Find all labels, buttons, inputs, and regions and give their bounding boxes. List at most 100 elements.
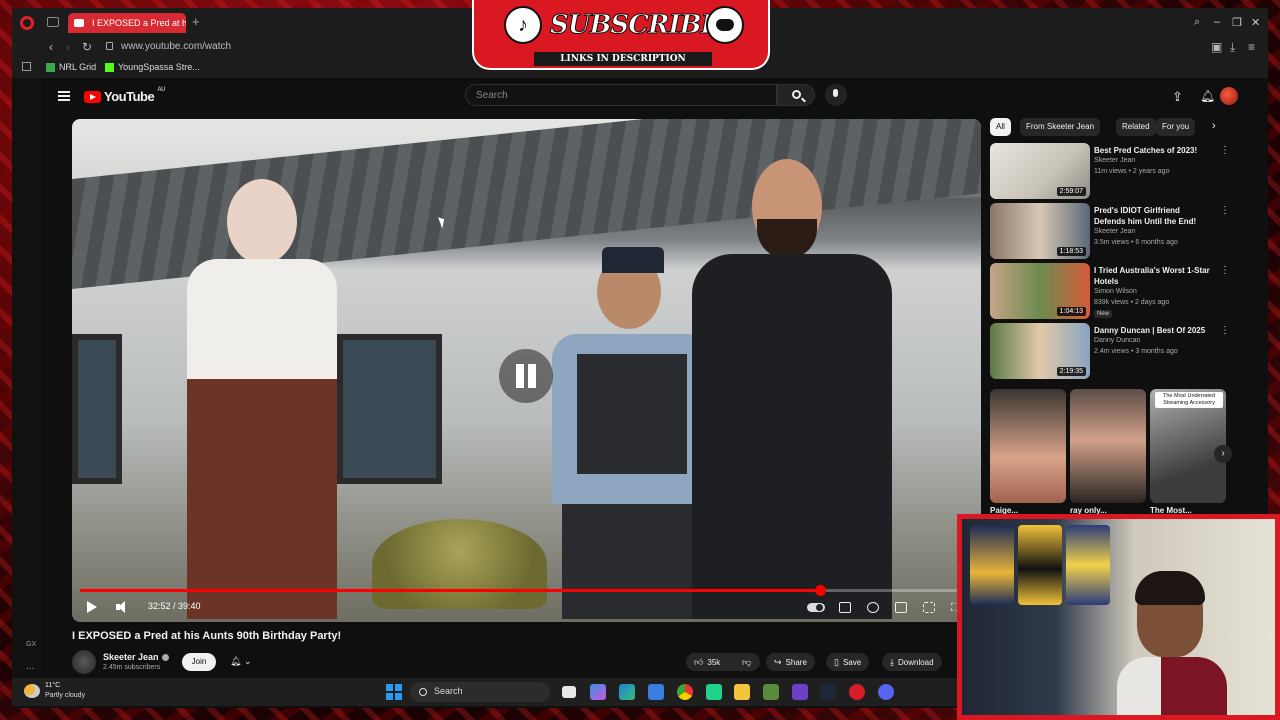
edge-icon[interactable] xyxy=(619,684,635,700)
video-thumbnail[interactable]: 1:04:13 xyxy=(990,263,1090,319)
rec-title[interactable]: Pred's IDIOT Girlfriend Defends him Unti… xyxy=(1094,205,1212,227)
back-icon[interactable]: ‹ xyxy=(49,40,53,54)
extensions-icon[interactable]: ▣ xyxy=(1211,40,1222,54)
video-player[interactable]: 32:52 / 39:40 ⛶ xyxy=(72,119,981,622)
short-thumbnail[interactable] xyxy=(1070,389,1146,503)
video-title: I EXPOSED a Pred at his Aunts 90th Birth… xyxy=(72,630,342,642)
chevron-right-icon[interactable]: › xyxy=(1212,120,1216,132)
webcam-overlay xyxy=(957,514,1280,720)
pause-overlay-icon[interactable] xyxy=(499,349,553,403)
short-caption: The Most Underrated Streaming Accessory xyxy=(1155,392,1223,408)
chip-for-you[interactable]: For you xyxy=(1156,118,1196,136)
chip-all[interactable]: All xyxy=(990,118,1011,136)
chevron-right-icon[interactable]: › xyxy=(1214,445,1232,463)
autoplay-toggle[interactable] xyxy=(807,603,825,612)
dislike-button[interactable]: 👎︎ xyxy=(734,653,760,671)
close-window-icon[interactable]: ✕ xyxy=(1251,16,1260,29)
download-button[interactable]: ⤓ Download xyxy=(882,653,942,671)
chrome-icon[interactable] xyxy=(677,684,693,700)
thumbs-down-icon: 👎︎ xyxy=(742,656,752,667)
bookmark-youngspassa[interactable]: YoungSpassa Stre... xyxy=(105,62,200,72)
rec-title[interactable]: I Tried Australia's Worst 1-Star Hotels xyxy=(1094,265,1212,287)
chip-related[interactable]: Related xyxy=(1116,118,1156,136)
windows-taskbar: 11°C Partly cloudy Search xyxy=(12,678,957,706)
rec-title[interactable]: Best Pred Catches of 2023! xyxy=(1094,145,1212,156)
steam-icon[interactable] xyxy=(820,684,836,700)
task-view-icon[interactable] xyxy=(562,686,576,698)
rec-channel[interactable]: Danny Duncan xyxy=(1094,337,1140,344)
cast-icon[interactable] xyxy=(923,602,935,613)
short-thumbnail[interactable]: The Most Underrated Streaming Accessory xyxy=(1150,389,1226,503)
new-tab-plus-icon[interactable]: + xyxy=(192,14,200,29)
channel-avatar[interactable] xyxy=(72,650,96,674)
reload-icon[interactable]: ↻ xyxy=(82,40,92,54)
rec-title[interactable]: Danny Duncan | Best Of 2025 xyxy=(1094,325,1212,336)
url-field[interactable]: www.youtube.com/watch xyxy=(121,41,231,52)
video-thumbnail[interactable]: 2:19:35 xyxy=(990,323,1090,379)
youtube-play-logo-icon xyxy=(84,90,101,103)
search-icon xyxy=(792,90,801,99)
recommendation-item[interactable]: 2:19:35 Danny Duncan | Best Of 2025 Dann… xyxy=(990,323,1230,379)
play-icon[interactable] xyxy=(87,601,97,613)
save-button[interactable]: ▯ Save xyxy=(826,653,870,671)
tab-islands-icon[interactable] xyxy=(47,17,59,27)
progress-bar[interactable] xyxy=(80,585,973,596)
maximize-icon[interactable]: ❐ xyxy=(1232,16,1242,29)
sidebar-more-icon[interactable]: ... xyxy=(26,661,34,672)
voice-search-icon[interactable] xyxy=(825,84,847,106)
copilot-icon[interactable] xyxy=(590,684,606,700)
search-input[interactable]: Search xyxy=(465,84,777,106)
tab-title: I EXPOSED a Pred at his xyxy=(92,18,186,28)
notifications-bell-icon[interactable]: 🔔︎ xyxy=(1200,89,1215,103)
settings-gear-icon[interactable] xyxy=(867,602,879,613)
search-button[interactable] xyxy=(777,84,815,106)
rec-channel[interactable]: Simon Wilson xyxy=(1094,288,1137,295)
rec-channel[interactable]: Skeeter Jean xyxy=(1094,157,1135,164)
download-icon[interactable]: ⤓ xyxy=(1230,40,1235,55)
more-vert-icon[interactable]: ⋮ xyxy=(1220,145,1230,156)
minimize-icon[interactable]: – xyxy=(1214,16,1220,28)
share-button[interactable]: ↪ Share xyxy=(766,653,815,671)
upload-icon[interactable]: ⇪ xyxy=(1172,89,1186,104)
opera-gx-icon[interactable] xyxy=(849,684,865,700)
minecraft-icon[interactable] xyxy=(763,684,779,700)
account-avatar[interactable] xyxy=(1220,87,1238,105)
taskbar-search[interactable]: Search xyxy=(410,682,550,702)
subtitles-icon[interactable] xyxy=(839,602,851,613)
miniplayer-icon[interactable] xyxy=(895,602,907,613)
windows-start-icon[interactable] xyxy=(386,684,402,700)
search-tabs-icon[interactable]: ⌕ xyxy=(1194,16,1200,29)
more-vert-icon[interactable]: ⋮ xyxy=(1220,325,1230,336)
video-thumbnail[interactable]: 1:18:53 xyxy=(990,203,1090,259)
short-thumbnail[interactable] xyxy=(990,389,1066,503)
recommendation-item[interactable]: 1:18:53 Pred's IDIOT Girlfriend Defends … xyxy=(990,203,1230,259)
new-badge: New xyxy=(1094,310,1113,318)
discord-icon[interactable] xyxy=(878,684,894,700)
forward-icon[interactable]: › xyxy=(66,40,70,54)
speed-dial-icon[interactable] xyxy=(22,62,31,71)
weather-icon[interactable] xyxy=(24,684,40,698)
video-thumbnail[interactable]: 2:59:07 xyxy=(990,143,1090,199)
opera-logo-icon[interactable] xyxy=(20,16,34,30)
join-button[interactable]: Join xyxy=(182,653,216,671)
recommendation-item[interactable]: 2:59:07 Best Pred Catches of 2023! Skeet… xyxy=(990,143,1230,199)
more-vert-icon[interactable]: ⋮ xyxy=(1220,205,1230,216)
rec-channel[interactable]: Skeeter Jean xyxy=(1094,228,1135,235)
time-display: 32:52 / 39:40 xyxy=(148,601,201,611)
tab-active[interactable]: I EXPOSED a Pred at his xyxy=(68,13,186,33)
volume-icon[interactable] xyxy=(116,601,126,613)
subscription-bell-button[interactable]: 🔔︎ ⌄ xyxy=(222,653,262,671)
channel-name[interactable]: Skeeter Jean xyxy=(103,652,169,662)
youtube-logo[interactable]: YouTube AU xyxy=(84,87,165,104)
menu-icon[interactable]: ≡ xyxy=(1248,40,1255,54)
store-icon[interactable] xyxy=(648,684,664,700)
more-vert-icon[interactable]: ⋮ xyxy=(1220,265,1230,276)
bookmark-nrl-grid[interactable]: NRL Grid xyxy=(46,62,96,72)
twitch-icon[interactable] xyxy=(792,684,808,700)
guide-menu-icon[interactable] xyxy=(58,91,70,101)
subscribe-banner: ♪ SUBSCRIBE LINKS IN DESCRIPTION xyxy=(472,0,770,70)
chip-from-channel[interactable]: From Skeeter Jean xyxy=(1020,118,1101,136)
recommendation-item[interactable]: 1:04:13 I Tried Australia's Worst 1-Star… xyxy=(990,263,1230,319)
file-explorer-icon[interactable] xyxy=(734,684,750,700)
app-green-icon[interactable] xyxy=(706,684,722,700)
